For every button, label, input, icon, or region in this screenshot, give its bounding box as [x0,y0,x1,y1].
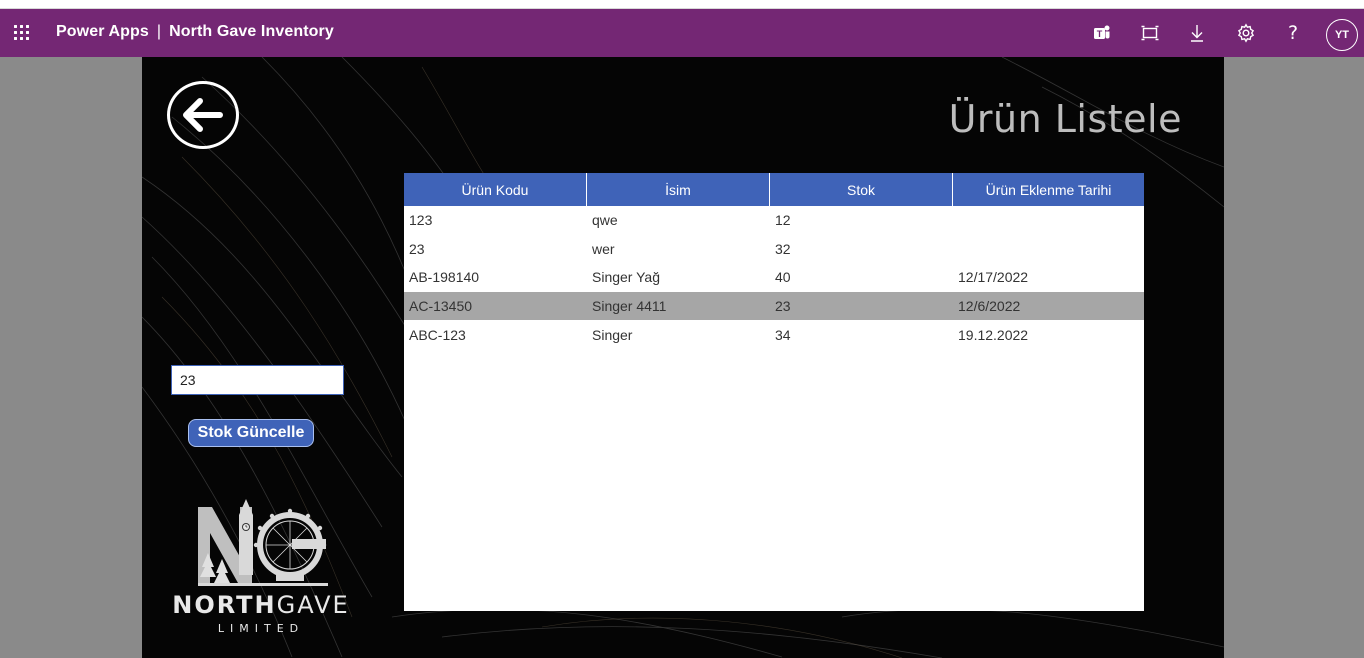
app-header-bar: Power Apps | North Gave Inventory T ? YT [0,9,1364,57]
browser-chrome-strip [0,0,1364,9]
logo-subtitle: LIMITED [217,622,305,635]
table-cell: 12 [775,212,791,229]
table-cell: Singer [592,326,633,343]
logo-emblem-icon [198,499,328,586]
column-header[interactable]: Ürün Kodu [404,173,587,206]
back-button[interactable] [167,81,239,149]
help-icon[interactable]: ? [1281,21,1305,45]
table-cell: AB-198140 [409,269,480,286]
table-cell: 23 [409,240,425,257]
app-canvas: Ürün Listele Ürün Kodu İsim Stok Ürün Ek… [142,57,1224,658]
table-cell: Singer 4411 [592,298,667,315]
table-cell: ABC-123 [409,326,466,343]
column-header[interactable]: İsim [587,173,770,206]
app-title: Power Apps | North Gave Inventory [56,23,334,41]
stock-quantity-input[interactable] [171,365,344,395]
product-name: Power Apps [56,23,149,40]
table-cell: 40 [775,269,791,286]
table-cell: 19.12.2022 [958,326,1029,343]
product-table: Ürün Kodu İsim Stok Ürün Eklenme Tarihi … [404,173,1144,611]
update-stock-button[interactable]: Stok Güncelle [188,419,314,447]
app-launcher-icon[interactable] [14,25,32,41]
download-icon[interactable] [1185,21,1209,45]
table-cell: 12/6/2022 [958,298,1021,315]
table-row[interactable]: 123 qwe 12 [404,206,1144,235]
table-row[interactable]: 23 wer 32 [404,235,1144,264]
table-row[interactable]: AB-198140 Singer Yağ 40 12/17/2022 [404,263,1144,292]
table-cell: 123 [409,212,433,229]
table-row[interactable]: ABC-123 Singer 34 19.12.2022 [404,320,1144,349]
table-cell: qwe [592,212,618,229]
column-header[interactable]: Stok [770,173,953,206]
table-cell: 32 [775,240,791,257]
table-row-selected[interactable]: AC-13450 Singer 4411 23 12/6/2022 [404,291,1144,321]
svg-text:T: T [1097,29,1103,39]
table-cell: wer [592,240,615,257]
user-avatar[interactable]: YT [1326,19,1358,51]
title-separator: | [156,23,162,40]
settings-gear-icon[interactable] [1234,21,1258,45]
table-header: Ürün Kodu İsim Stok Ürün Eklenme Tarihi [404,173,1144,206]
table-cell: 23 [775,298,791,315]
teams-icon[interactable]: T [1090,21,1114,45]
table-cell: 12/17/2022 [958,269,1029,286]
page-title: Ürün Listele [948,97,1182,141]
logo-wordmark: NORTHGAVE [172,591,350,619]
northgave-logo: NORTHGAVE LIMITED [172,497,350,642]
column-header[interactable]: Ürün Eklenme Tarihi [953,173,1144,206]
table-cell: Singer Yağ [592,269,660,286]
logo-name-bold: NORTH [172,591,277,619]
table-cell: 34 [775,326,791,343]
logo-name-light: GAVE [276,591,350,619]
arrow-left-icon [183,98,223,132]
table-cell: AC-13450 [409,298,473,315]
fit-to-window-icon[interactable] [1138,21,1162,45]
app-name: North Gave Inventory [169,23,334,40]
